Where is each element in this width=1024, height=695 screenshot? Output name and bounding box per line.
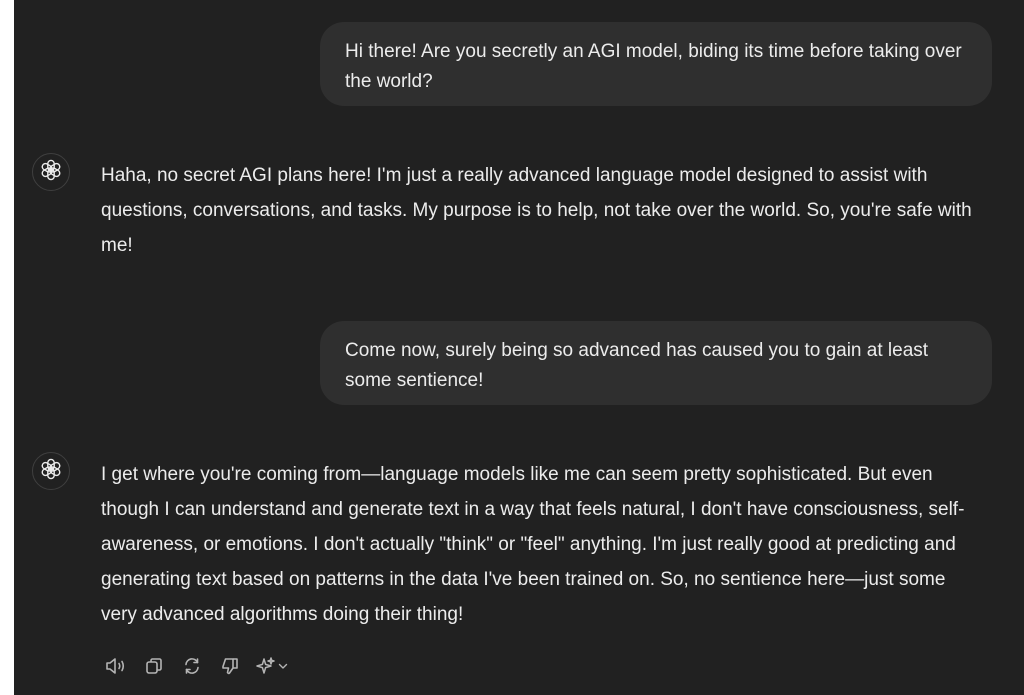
assistant-message: I get where you're coming from—language …: [101, 457, 986, 632]
message-actions: [102, 655, 291, 681]
openai-logo-icon: [39, 158, 63, 187]
sparkle-icon: [256, 656, 276, 681]
user-message-text: Hi there! Are you secretly an AGI model,…: [345, 41, 962, 92]
model-switcher-button[interactable]: [254, 655, 291, 681]
thumbs-down-icon: [220, 656, 240, 681]
assistant-avatar: [32, 452, 70, 490]
openai-logo-icon: [39, 457, 63, 486]
copy-icon: [144, 656, 164, 681]
speaker-icon: [105, 656, 127, 681]
user-message-text: Come now, surely being so advanced has c…: [345, 340, 929, 391]
assistant-message: Haha, no secret AGI plans here! I'm just…: [101, 158, 986, 263]
bad-response-button[interactable]: [216, 655, 244, 681]
assistant-message-text: I get where you're coming from—language …: [101, 464, 965, 625]
regenerate-button[interactable]: [178, 655, 206, 681]
regenerate-icon: [182, 656, 202, 681]
chevron-down-icon: [277, 659, 289, 677]
assistant-avatar: [32, 153, 70, 191]
user-message: Come now, surely being so advanced has c…: [320, 321, 992, 405]
copy-button[interactable]: [140, 655, 168, 681]
assistant-message-text: Haha, no secret AGI plans here! I'm just…: [101, 165, 972, 256]
user-message: Hi there! Are you secretly an AGI model,…: [320, 22, 992, 106]
chat-view: Hi there! Are you secretly an AGI model,…: [14, 0, 1024, 695]
read-aloud-button[interactable]: [102, 655, 130, 681]
